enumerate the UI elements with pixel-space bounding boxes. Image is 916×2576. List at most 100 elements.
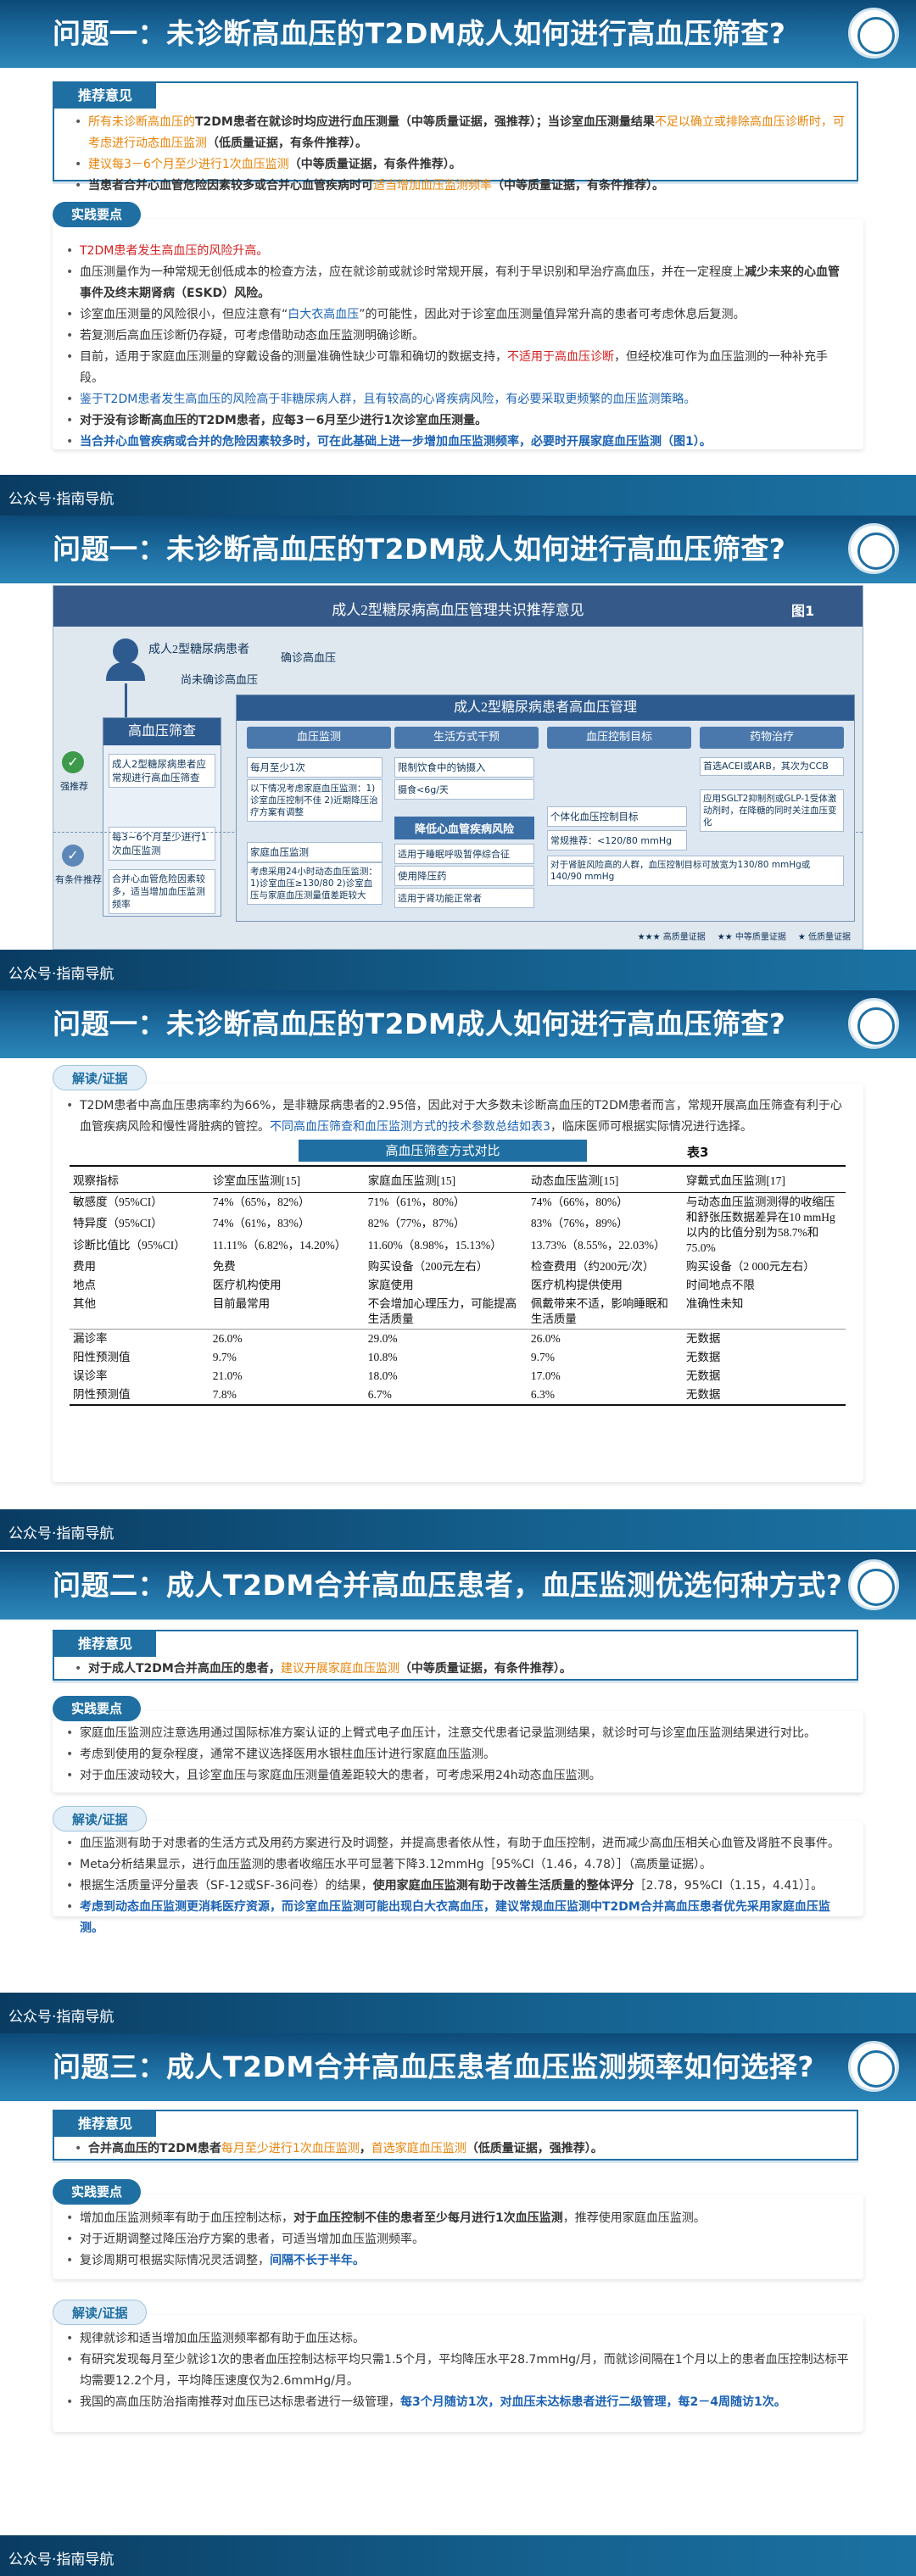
key-point-item: 增加血压监测频率有助于血压控制达标，对于血压控制不佳的患者至少每月进行1次血压监…	[64, 2208, 849, 2229]
management-column-header: 生活方式干预	[394, 727, 539, 749]
emblem-icon	[848, 1559, 899, 1610]
footer-bar-1: 公众号·指南导航	[0, 475, 916, 516]
table-cell: 目前最常用	[212, 1297, 271, 1310]
evidence-item-text: 每3个月随访1次，对血压未达标患者进行二级管理，每2－4周随访1次。	[400, 2395, 786, 2409]
target-item-3: 对于肾脏风险高的人群，血压控制目标可放宽为130/80 mmHg或140/90 …	[547, 856, 844, 886]
key-point-item: 血压测量作为一种常规无创低成本的检查方法，应在就诊前或就诊时常规开展，有利于早识…	[64, 262, 849, 304]
table-body: 敏感度（95%CI） 74%（65%，82%） 71%（61%，80%） 74%（66…	[70, 1193, 846, 1406]
slide-4-title: 问题二：成人T2DM合并高血压患者，血压监测优选何种方式?	[53, 1569, 843, 1602]
table-cell: 10.8%	[367, 1351, 398, 1363]
table-cell: 13.73%（8.55%，22.03%）	[530, 1238, 666, 1252]
table-row: 敏感度（95%CI） 74%（65%，82%） 71%（61%，80%） 74%（66…	[70, 1193, 846, 1254]
key-point-item-text: 增加血压监测频率有助于血压控制达标，	[80, 2211, 293, 2225]
table-row: 阴性预测值 7.8% 6.7% 6.3% 无数据	[70, 1386, 846, 1406]
life-item-3: 降低心血管疾病风险	[394, 817, 534, 839]
table-banner-label: 高血压筛查方式对比	[385, 1143, 500, 1158]
slide-2: 问题一：未诊断高血压的T2DM成人如何进行高血压筛查? 成人2型糖尿病高血压管理…	[0, 516, 916, 971]
table-cell: 26.0%	[530, 1332, 561, 1345]
table-cell: 83%（76%，89%）	[530, 1217, 628, 1230]
recommendation-item-text: T2DM患者在就诊时均应进行血压测量（中等质量证据，强推荐）；当诊室血压测量结果	[195, 115, 655, 129]
recommendation-item-text: （低质量证据，强推荐）。	[466, 2142, 603, 2155]
recommendation-item-text: 所有未诊断高血压的	[88, 115, 195, 129]
key-point-item: 家庭血压监测应注意选用通过国际标准方案认证的上臂式电子血压计，注意交代患者记录监…	[64, 1723, 849, 1744]
table-cell: 无数据	[685, 1332, 721, 1345]
life-item-6: 使用降压药	[394, 866, 534, 886]
table-cell: 74%（61%，83%）	[212, 1217, 310, 1230]
key-point-item: 对于没有诊断高血压的T2DM患者，应每3－6月至少进行1次诊室血压测量。	[64, 410, 849, 432]
table-cell: 其他	[73, 1297, 96, 1310]
table-row: 费用 免费 购买设备（200元左右） 检查费用（约200元/次） 购买设备（2 000元…	[70, 1257, 846, 1276]
figure-1: 成人2型糖尿病高血压管理共识推荐意见 图1 成人2型糖尿病患者 确诊高血压 尚未…	[53, 585, 863, 950]
key-point-item: 考虑到使用的复杂程度，通常不建议选择医用水银柱血压计进行家庭血压监测。	[64, 1744, 849, 1765]
drug-item-1: 首选ACEI或ARB，其次为CCB	[700, 757, 844, 776]
key-point-item-text: 白大衣高血压	[288, 308, 360, 321]
evidence-label: 解读/证据	[53, 1065, 148, 1090]
table-cell: 购买设备（200元左右）	[367, 1260, 489, 1273]
key-point-item-text: 间隔不长于半年。	[270, 2254, 365, 2267]
confirmed-label: 确诊高血压	[281, 651, 337, 664]
life-item-1: 限制饮食中的钠摄入	[394, 757, 534, 778]
table-cell: 无数据	[682, 1386, 846, 1406]
table-cell: 家庭使用	[367, 1279, 414, 1291]
evidence-item: T2DM患者中高血压患病率约为66%，是非糖尿病患者的2.95倍，因此对于大多数…	[64, 1096, 849, 1138]
table-row: 地点 医疗机构使用 家庭使用 医疗机构提供使用 时间地点不限	[70, 1276, 846, 1295]
table-header-cell: 动态血压监测[15]	[527, 1165, 683, 1193]
evidence-item-text: Meta分析结果显示，进行血压监测的患者收缩压水平可显著下降3.12mmHg［9…	[80, 1858, 712, 1871]
table-cell: 特异度（95%CI）	[73, 1217, 163, 1230]
evidence-box: 血压监测有助于对患者的生活方式及用药方案进行及时调整，并提高患者依从性，有助于血…	[53, 1821, 863, 1935]
evidence-item: 我国的高血压防治指南推荐对血压已达标患者进行一级管理，每3个月随访1次，对血压未…	[64, 2392, 849, 2413]
footer-text: 公众号·指南导航	[8, 2551, 114, 2568]
key-point-item-text: 目前，适用于家庭血压测量的穿戴设备的测量准确性缺少可靠和确切的数据支持，	[80, 350, 507, 364]
key-point-item-text: 血压测量作为一种常规无创低成本的检查方法，应在就诊前或就诊时常规开展，有利于早识…	[80, 265, 745, 279]
evidence-legend: ★★★ 高质量证据 ★★ 中等质量证据 ★ 低质量证据	[528, 929, 851, 942]
evidence-list: 血压监测有助于对患者的生活方式及用药方案进行及时调整，并提高患者依从性，有助于血…	[64, 1833, 849, 1939]
footer-text: 公众号·指南导航	[8, 966, 114, 983]
evidence-label: 解读/证据	[53, 1806, 148, 1832]
table-cell: 71%（61%，80%）	[367, 1196, 466, 1208]
legend-entry: ★★ 中等质量证据	[717, 933, 786, 942]
table-cell: 无数据	[685, 1369, 721, 1382]
table-cell: 检查费用（约200元/次）	[530, 1260, 655, 1273]
recommendation-box: 推荐意见 所有未诊断高血压的T2DM患者在就诊时均应进行血压测量（中等质量证据，…	[53, 81, 858, 197]
table-cell: 6.3%	[527, 1386, 683, 1406]
key-point-item: 当合并心血管疾病或合并的危险因素较多时，可在此基础上进一步增加血压监测频率，必要…	[64, 432, 849, 453]
key-point-item-text: 对于血压波动较大，且诊室血压与家庭血压测量值差距较大的患者，可考虑采用24h动态…	[80, 1769, 601, 1782]
recommendation-item-text: 建议开展家庭血压监测	[280, 1662, 399, 1676]
table-cell: 17.0%	[530, 1369, 561, 1382]
evidence-item-text: 血压监测有助于对患者的生活方式及用药方案进行及时调整，并提高患者依从性，有助于血…	[80, 1837, 840, 1850]
slide-1-title: 问题一：未诊断高血压的T2DM成人如何进行高血压筛查?	[53, 17, 786, 50]
screening-item-1: 成人2型糖尿病患者应常规进行高血压筛查	[109, 754, 215, 788]
evidence-item-text: 有研究发现每月至少就诊1次的患者血压控制达标平均只需1.5个月，平均降压水平28…	[80, 2353, 849, 2388]
evidence-item: 规律就诊和适当增加血压监测频率都有助于血压达标。	[64, 2328, 849, 2350]
key-points-box: 家庭血压监测应注意选用通过国际标准方案认证的上臂式电子血压计，注意交代患者记录监…	[53, 1711, 863, 1793]
recommendation-item-text: 首选家庭血压监测	[371, 2142, 466, 2155]
bp-item-1: 每月至少1次	[247, 757, 383, 778]
recommendation-list: 对于成人T2DM合并高血压的患者，建议开展家庭血压监测（中等质量证据，有条件推荐…	[73, 1659, 849, 1680]
recommendation-item-text: 当患者合并心血管危险因素较多或合并心血管疾病时可	[88, 179, 373, 192]
table-row: 其他 目前最常用 不会增加心理压力，可能提高生活质量 佩戴带来不适，影响睡眠和生活质量…	[70, 1295, 846, 1330]
key-points-box: 增加血压监测频率有助于血压控制达标，对于血压控制不佳的患者至少每月进行1次血压监…	[53, 2194, 863, 2279]
recommendation-label: 推荐意见	[54, 2111, 157, 2137]
recommendation-item-text: 适当增加血压监测频率	[373, 179, 492, 192]
table-cell: 医疗机构提供使用	[530, 1279, 623, 1291]
table-cell: 费用	[73, 1260, 96, 1273]
key-point-item: 鉴于T2DM患者发生高血压的风险高于非糖尿病人群，且有较高的心肾疾病风险，有必要…	[64, 389, 849, 410]
table-cell: 6.7%	[364, 1386, 528, 1406]
recommendation-item-text: ，	[359, 2142, 371, 2155]
table-cell: 11.11%（6.82%，14.20%）	[212, 1238, 347, 1252]
key-points-label: 实践要点	[53, 202, 142, 227]
bp-item-2: 以下情况考虑家庭血压监测：1)诊室血压控制不佳 2)近期降压治疗方案有调整	[247, 779, 383, 822]
table-cell: 74%（65%，82%）	[212, 1196, 310, 1208]
patient-body-icon	[106, 662, 145, 681]
slide-4-banner: 问题二：成人T2DM合并高血压患者，血压监测优选何种方式?	[0, 1552, 916, 1620]
recommendation-item-text: （低质量证据，有条件推荐）。	[207, 137, 367, 150]
table-cell: 74%（66%，80%）	[530, 1196, 628, 1208]
bp-item-4: 考虑采用24小时动态血压监测：1)诊室血压≥130/80 2)诊室血压与家庭血压…	[247, 862, 383, 905]
undiagnosed-label: 尚未确诊高血压	[181, 673, 259, 686]
key-point-item-text: T2DM患者发生高血压的风险升高。	[80, 244, 269, 258]
recommendation-item: 建议每3－6个月至少进行1次血压监测（中等质量证据，有条件推荐）。	[73, 154, 849, 176]
key-point-item-text: ，推荐使用家庭血压监测。	[562, 2211, 706, 2225]
key-points-list: T2DM患者发生高血压的风险升高。血压测量作为一种常规无创低成本的检查方法，应在…	[64, 241, 849, 453]
patient-icon	[113, 638, 138, 664]
table-label: 表3	[687, 1145, 709, 1160]
